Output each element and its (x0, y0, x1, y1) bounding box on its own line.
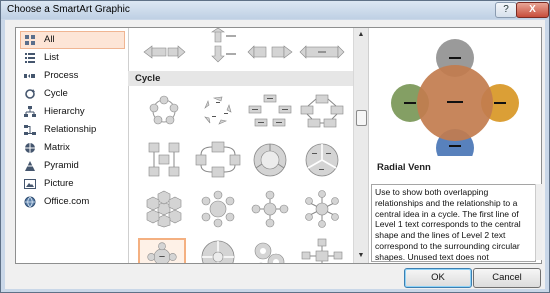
category-office-com[interactable]: Office.com (20, 193, 125, 211)
layout-thumbnail[interactable] (298, 92, 346, 130)
list-icon (25, 53, 35, 63)
dialog-title: Choose a SmartArt Graphic (7, 4, 130, 15)
relationship-icon (24, 125, 36, 135)
scrollbar-thumb[interactable] (356, 110, 367, 126)
process-icon (24, 74, 35, 78)
category-list-type[interactable]: List (20, 49, 125, 67)
category-label: Process (44, 70, 79, 81)
category-label: Relationship (44, 124, 97, 135)
layout-thumbnail[interactable] (246, 34, 294, 72)
globe-icon (24, 196, 36, 208)
cycle-icon (25, 89, 35, 99)
category-process[interactable]: Process (20, 67, 125, 85)
layout-thumbnail-radial-venn[interactable] (138, 238, 186, 263)
layout-thumbnail[interactable] (246, 92, 294, 130)
preview-description-text: Use to show both overlapping relationshi… (375, 187, 521, 262)
picture-icon (24, 179, 36, 189)
layout-thumbnail[interactable] (246, 238, 294, 263)
layout-thumbnail[interactable] (298, 238, 346, 263)
hierarchy-icon (24, 106, 36, 117)
help-button[interactable]: ? (495, 2, 517, 18)
category-label: Office.com (44, 196, 90, 207)
category-label: Cycle (44, 88, 68, 99)
layout-thumbnail[interactable] (194, 28, 242, 66)
category-all[interactable]: All (20, 31, 125, 49)
preview-description: Use to show both overlapping relationshi… (371, 184, 536, 262)
category-cycle[interactable]: Cycle (20, 85, 125, 103)
category-label: Matrix (44, 142, 70, 153)
category-label: Hierarchy (44, 106, 85, 117)
layout-thumbnail[interactable] (246, 190, 294, 228)
preview-pane: Radial Venn Use to show both overlapping… (368, 28, 542, 263)
layout-thumbnail[interactable] (246, 141, 294, 179)
category-label: All (44, 34, 55, 45)
title-bar: Choose a SmartArt Graphic ? X (1, 1, 549, 19)
category-label: List (44, 52, 59, 63)
layout-thumbnail[interactable] (298, 141, 346, 179)
category-picture[interactable]: Picture (20, 175, 125, 193)
layout-thumbnail[interactable] (298, 34, 346, 72)
layout-thumbnail[interactable] (140, 141, 188, 179)
close-button[interactable]: X (516, 2, 549, 18)
dialog-body: All List Process Cycle Hierarchy Relatio… (5, 20, 545, 289)
layout-thumbnail[interactable] (194, 92, 242, 130)
cancel-button[interactable]: Cancel (473, 268, 541, 288)
description-scrollbar[interactable] (535, 184, 542, 260)
all-grid-icon (25, 35, 35, 45)
category-pyramid[interactable]: Pyramid (20, 157, 125, 175)
layout-thumbnail[interactable] (194, 238, 242, 263)
layout-gallery: Cycle (128, 28, 353, 263)
layout-thumbnail[interactable] (140, 190, 188, 228)
layout-thumbnail[interactable] (298, 190, 346, 228)
gallery-section-header: Cycle (128, 71, 353, 86)
category-label: Pyramid (44, 160, 79, 171)
layout-thumbnail[interactable] (194, 141, 242, 179)
scroll-up-arrow-icon[interactable]: ▲ (354, 28, 368, 42)
layout-thumbnail[interactable] (194, 190, 242, 228)
category-matrix[interactable]: Matrix (20, 139, 125, 157)
preview-title: Radial Venn (377, 162, 431, 173)
matrix-icon (25, 143, 35, 153)
smartart-dialog: Choose a SmartArt Graphic ? X All List P… (0, 0, 550, 293)
category-list: All List Process Cycle Hierarchy Relatio… (16, 28, 129, 263)
radial-venn-preview-image (391, 39, 519, 156)
category-hierarchy[interactable]: Hierarchy (20, 103, 125, 121)
category-label: Picture (44, 178, 74, 189)
category-relationship[interactable]: Relationship (20, 121, 125, 139)
scroll-down-arrow-icon[interactable]: ▼ (354, 249, 368, 263)
layout-thumbnail[interactable] (140, 34, 188, 72)
ok-button[interactable]: OK (404, 268, 472, 288)
main-pane: All List Process Cycle Hierarchy Relatio… (15, 27, 542, 264)
gallery-scrollbar[interactable]: ▲ ▼ (353, 28, 368, 263)
layout-thumbnail[interactable] (140, 92, 188, 130)
section-header-label: Cycle (135, 73, 161, 84)
pyramid-icon (25, 161, 35, 171)
